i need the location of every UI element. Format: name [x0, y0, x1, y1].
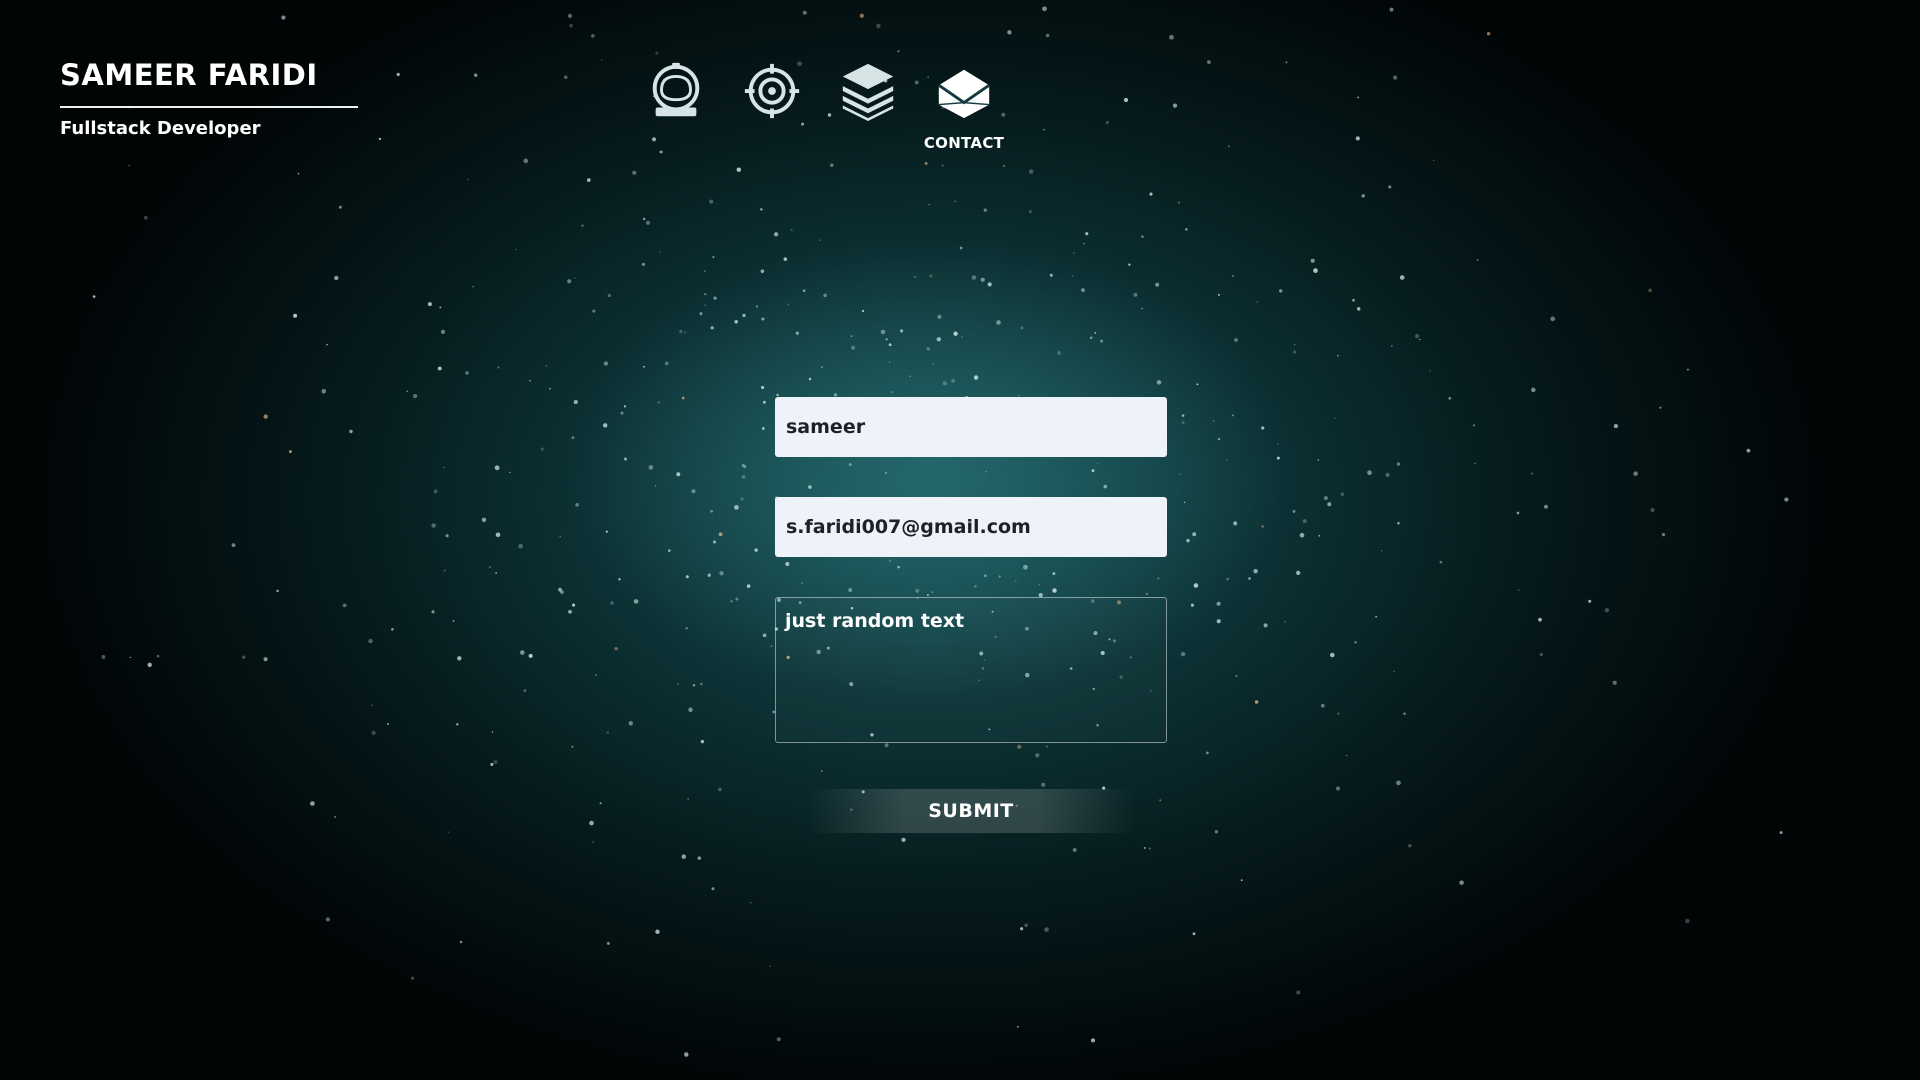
main-nav: CONTACT [640, 60, 1004, 160]
brand: SAMEER FARIDI Fullstack Developer [60, 58, 358, 139]
envelope-icon [937, 69, 991, 119]
nav-item-skills[interactable] [736, 60, 808, 160]
site-title: SAMEER FARIDI [60, 58, 318, 92]
site-subtitle: Fullstack Developer [60, 118, 261, 139]
nav-item-projects[interactable] [832, 60, 904, 160]
title-underline [60, 106, 358, 108]
contact-form: just random text SUBMIT [775, 397, 1167, 833]
submit-button[interactable]: SUBMIT [806, 789, 1136, 833]
astronaut-helmet-icon [652, 62, 700, 117]
target-gear-icon [744, 63, 800, 119]
nav-item-contact[interactable]: CONTACT [924, 60, 1004, 160]
nav-label-contact: CONTACT [923, 134, 1005, 152]
email-field[interactable] [775, 497, 1167, 557]
message-field[interactable]: just random text [775, 597, 1167, 743]
name-field[interactable] [775, 397, 1167, 457]
nav-item-about[interactable] [640, 60, 712, 160]
stacked-layers-icon [842, 63, 894, 122]
